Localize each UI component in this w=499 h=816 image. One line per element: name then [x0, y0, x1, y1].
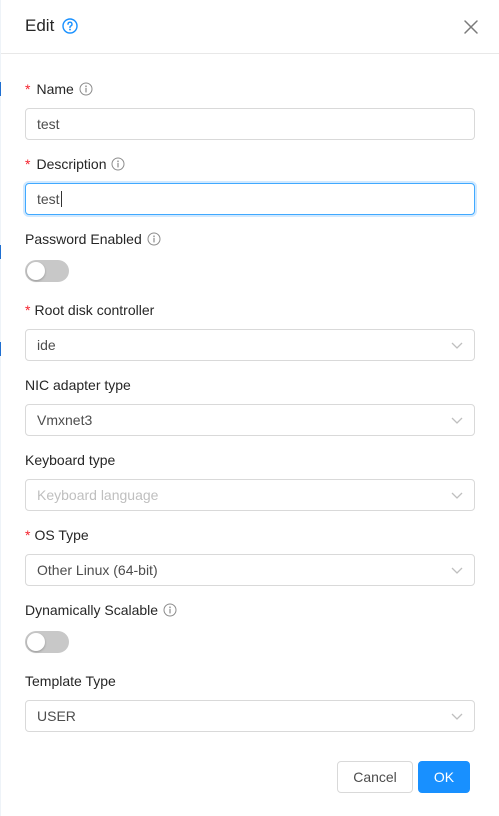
info-icon[interactable] — [79, 82, 93, 96]
name-field: * Name test — [25, 79, 475, 140]
keyboard-type-placeholder: Keyboard language — [37, 487, 159, 503]
chevron-down-icon — [451, 567, 463, 574]
os-type-select[interactable]: Other Linux (64-bit) — [25, 554, 475, 586]
os-type-field: * OS Type Other Linux (64-bit) — [25, 525, 475, 586]
os-type-label: OS Type — [34, 527, 89, 543]
required-mark: * — [25, 302, 31, 318]
password-enabled-label: Password Enabled — [25, 231, 142, 247]
required-mark: * — [25, 156, 31, 172]
ok-button[interactable]: OK — [418, 761, 470, 793]
nic-adapter-type-select[interactable]: Vmxnet3 — [25, 404, 475, 436]
template-type-select[interactable]: USER — [25, 700, 475, 732]
description-field: * Description test — [25, 154, 475, 215]
modal-title: Edit — [25, 16, 55, 35]
chevron-down-icon — [451, 713, 463, 720]
cancel-button[interactable]: Cancel — [337, 761, 413, 793]
info-icon[interactable] — [147, 232, 161, 246]
edit-modal: Edit * Name test * Description test Pass… — [1, 0, 499, 816]
os-type-value: Other Linux (64-bit) — [37, 562, 158, 578]
text-caret — [60, 191, 62, 207]
root-disk-controller-select[interactable]: ide — [25, 329, 475, 361]
description-label: Description — [36, 156, 107, 172]
keyboard-type-field: Keyboard type Keyboard language — [25, 450, 475, 511]
modal-header: Edit — [1, 0, 499, 54]
required-mark: * — [25, 81, 31, 97]
name-label: Name — [36, 81, 74, 97]
template-type-field: Template Type USER — [25, 671, 475, 732]
nic-adapter-type-field: NIC adapter type Vmxnet3 — [25, 375, 475, 436]
dynamically-scalable-switch[interactable] — [25, 631, 69, 653]
required-mark: * — [25, 527, 31, 543]
root-disk-controller-value: ide — [37, 337, 56, 353]
root-disk-controller-field: * Root disk controller ide — [25, 300, 475, 361]
chevron-down-icon — [451, 417, 463, 424]
name-input[interactable]: test — [25, 108, 475, 140]
keyboard-type-select[interactable]: Keyboard language — [25, 479, 475, 511]
password-enabled-field: Password Enabled — [25, 229, 475, 282]
info-icon[interactable] — [163, 603, 177, 617]
template-type-label: Template Type — [25, 673, 116, 689]
chevron-down-icon — [451, 492, 463, 499]
chevron-down-icon — [451, 342, 463, 349]
switch-knob — [27, 262, 45, 280]
password-enabled-switch[interactable] — [25, 260, 69, 282]
close-icon[interactable] — [462, 18, 480, 36]
keyboard-type-label: Keyboard type — [25, 452, 116, 468]
nic-adapter-type-value: Vmxnet3 — [37, 412, 93, 428]
dynamically-scalable-label: Dynamically Scalable — [25, 602, 159, 618]
description-value: test — [37, 191, 60, 207]
question-circle-icon[interactable] — [62, 18, 78, 34]
dynamically-scalable-field: Dynamically Scalable — [25, 600, 475, 653]
info-icon[interactable] — [111, 157, 125, 171]
description-input[interactable]: test — [25, 183, 475, 215]
template-type-value: USER — [37, 708, 76, 724]
root-disk-controller-label: Root disk controller — [34, 302, 155, 318]
nic-adapter-type-label: NIC adapter type — [25, 377, 131, 393]
switch-knob — [27, 633, 45, 651]
